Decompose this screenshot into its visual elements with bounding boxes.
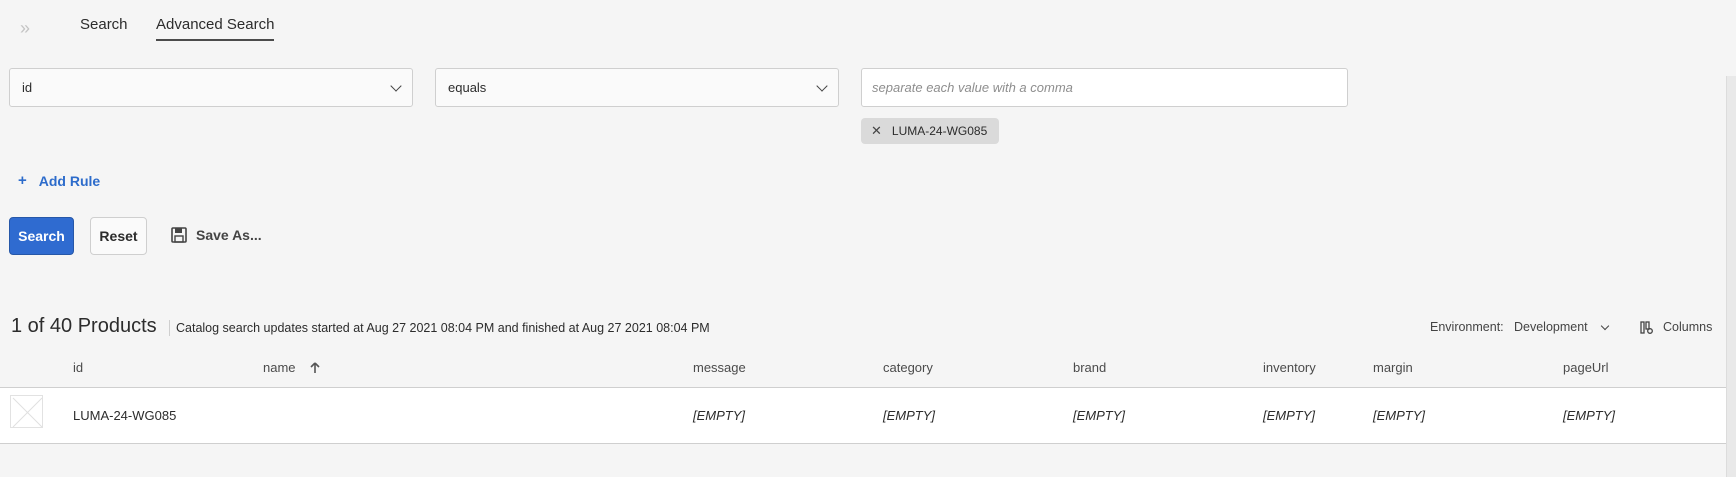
plus-icon: + — [18, 172, 27, 189]
column-header-name[interactable]: name — [263, 360, 320, 375]
chevron-down-icon — [1600, 321, 1609, 330]
column-header-message[interactable]: message — [693, 360, 746, 375]
environment-label: Environment: — [1430, 320, 1504, 334]
cell-margin: [EMPTY] — [1373, 408, 1426, 423]
tab-search[interactable]: Search — [80, 16, 128, 39]
environment-select[interactable]: Development — [1514, 320, 1609, 334]
rule-operator-select[interactable]: equals — [435, 68, 839, 107]
environment-value: Development — [1514, 320, 1588, 334]
add-rule-button[interactable]: + Add Rule — [18, 172, 100, 189]
cell-category: [EMPTY] — [883, 408, 936, 423]
cell-id[interactable]: LUMA-24-WG085 — [73, 408, 176, 423]
columns-icon — [1640, 320, 1653, 334]
cell-inventory: [EMPTY] — [1263, 408, 1316, 423]
catalog-status-text: Catalog search updates started at Aug 27… — [176, 321, 710, 335]
rule-operator-value: equals — [448, 80, 487, 95]
value-tag: ✕ LUMA-24-WG085 — [861, 118, 1000, 144]
column-header-inventory[interactable]: inventory — [1263, 360, 1316, 375]
columns-button[interactable]: Columns — [1640, 320, 1712, 334]
reset-button[interactable]: Reset — [90, 217, 147, 255]
add-rule-label: Add Rule — [38, 172, 101, 189]
sort-ascending-icon — [309, 361, 320, 373]
rule-field-value: id — [22, 80, 33, 95]
column-header-margin[interactable]: margin — [1373, 360, 1413, 375]
chevron-down-icon — [390, 79, 402, 92]
result-count: 1 of 40 Products — [11, 315, 157, 337]
column-header-pageurl[interactable]: pageUrl — [1563, 360, 1609, 375]
cell-brand: [EMPTY] — [1073, 408, 1126, 423]
table-row[interactable] — [0, 388, 1726, 444]
column-header-name-label: name — [263, 360, 296, 375]
save-icon — [171, 227, 187, 243]
column-header-id[interactable]: id — [73, 360, 83, 375]
column-header-category[interactable]: category — [883, 360, 933, 375]
columns-label: Columns — [1663, 320, 1713, 334]
rule-field-select[interactable]: id — [9, 68, 413, 107]
collapse-sidebar-icon[interactable]: » — [20, 18, 30, 39]
rule-values-input[interactable] — [861, 68, 1348, 107]
search-button[interactable]: Search — [9, 217, 74, 255]
divider — [169, 320, 170, 336]
chevron-down-icon — [816, 79, 828, 92]
save-as-label: Save As... — [196, 227, 262, 243]
column-header-brand[interactable]: brand — [1073, 360, 1106, 375]
cell-pageurl: [EMPTY] — [1563, 408, 1616, 423]
vertical-scrollbar[interactable] — [1726, 76, 1736, 477]
cell-message: [EMPTY] — [693, 408, 746, 423]
remove-tag-icon[interactable]: ✕ — [871, 123, 882, 139]
tab-advanced-search[interactable]: Advanced Search — [156, 16, 275, 41]
value-tag-label: LUMA-24-WG085 — [891, 124, 988, 138]
product-thumbnail-placeholder-icon — [10, 395, 43, 428]
save-as-button[interactable]: Save As... — [171, 227, 262, 243]
